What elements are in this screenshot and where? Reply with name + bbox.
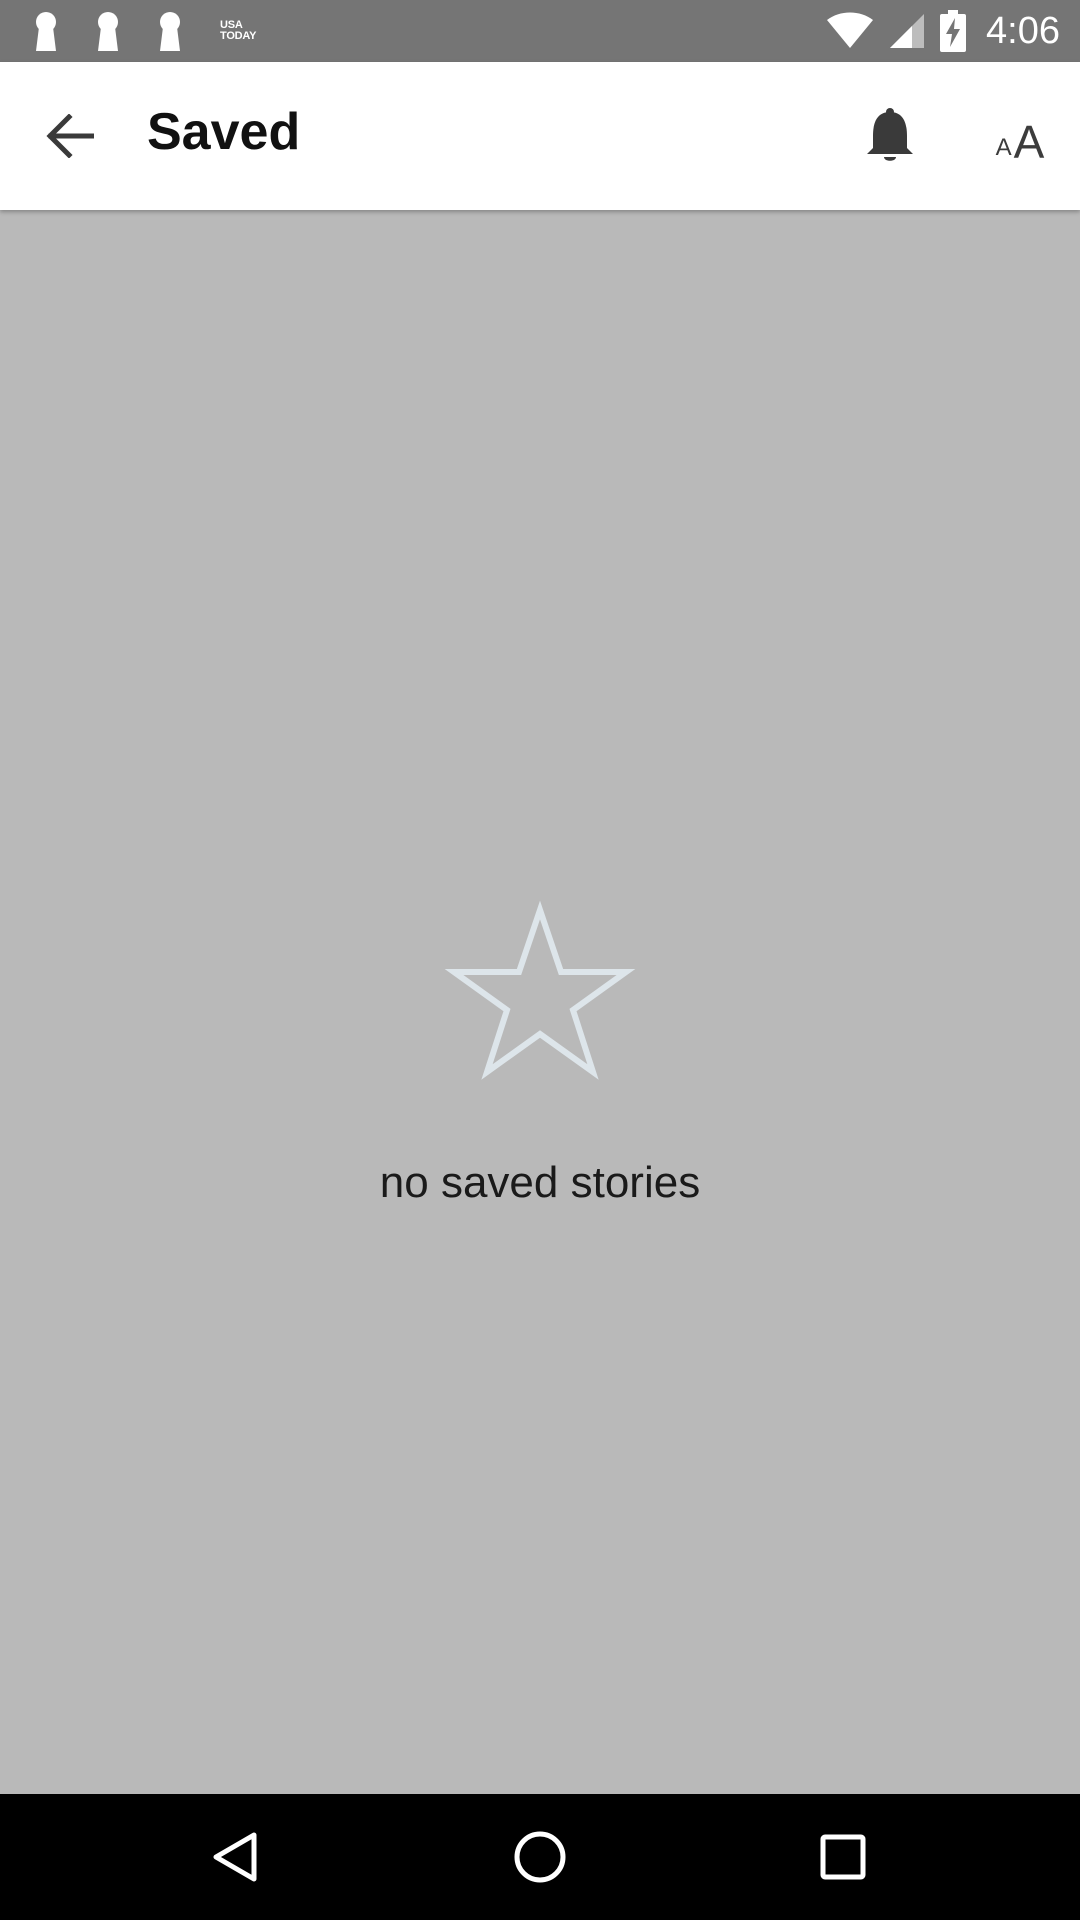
keyhole-icon xyxy=(160,12,180,51)
keyhole-icon xyxy=(98,12,118,51)
back-triangle-icon xyxy=(213,1832,257,1882)
nav-back-button[interactable] xyxy=(206,1827,266,1887)
battery-charging-icon xyxy=(940,10,967,52)
usa-today-line2: TODAY xyxy=(220,30,257,42)
screen: USA TODAY 4:06 Saved A A no saved storie… xyxy=(0,0,1080,1920)
keyhole-icon xyxy=(36,12,56,51)
font-size-small-label: A xyxy=(995,134,1012,161)
navigation-bar xyxy=(0,1794,1080,1920)
star-outline-icon xyxy=(444,900,636,1080)
font-size-large-label: A xyxy=(1013,116,1045,168)
nav-recents-button[interactable] xyxy=(813,1827,873,1887)
app-bar: Saved A A xyxy=(0,62,1080,210)
empty-state-message: no saved stories xyxy=(379,1158,701,1207)
bell-icon xyxy=(867,108,913,161)
system-status: 4:06 xyxy=(826,0,1060,62)
page-title: Saved xyxy=(147,103,301,161)
arrow-left-icon xyxy=(46,114,94,158)
status-bar: USA TODAY 4:06 xyxy=(0,0,1080,62)
recents-square-icon xyxy=(820,1834,866,1880)
notifications-button[interactable] xyxy=(858,104,922,168)
notification-icons: USA TODAY xyxy=(30,0,256,62)
font-size-button[interactable]: A A xyxy=(985,108,1055,168)
nav-home-button[interactable] xyxy=(510,1827,570,1887)
empty-state: no saved stories xyxy=(0,900,1080,1208)
wifi-icon xyxy=(827,12,874,48)
home-circle-icon xyxy=(514,1831,566,1883)
back-button[interactable] xyxy=(40,106,100,166)
usa-today-logo: USA TODAY xyxy=(220,20,256,42)
status-time: 4:06 xyxy=(986,9,1060,52)
cell-signal-icon xyxy=(890,14,925,48)
